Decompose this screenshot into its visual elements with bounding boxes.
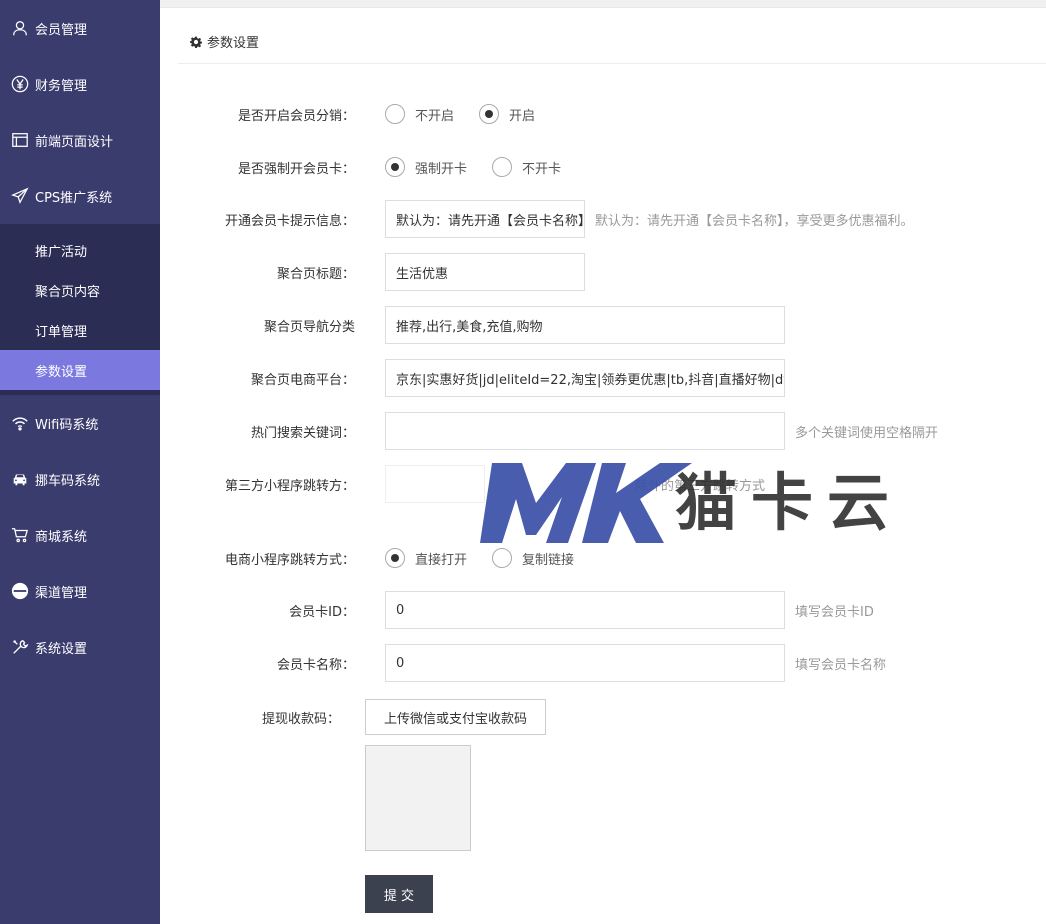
radio-circle-checked[interactable] <box>385 548 405 568</box>
form-label: 聚合页导航分类 <box>263 319 355 335</box>
cps-submenu: 推广活动 聚合页内容 订单管理 参数设置 <box>0 224 160 395</box>
sidebar-subitem-settings[interactable]: 参数设置 <box>0 350 160 390</box>
sidebar-item-label: 挪车码系统 <box>35 473 101 489</box>
panel-title: 参数设置 <box>190 32 259 51</box>
form-label: 会员卡ID： <box>289 604 355 620</box>
sidebar-item-label: 前端页面设计 <box>35 134 114 150</box>
sidebar: 会员管理 财务管理 前端页面设计 CPS推广系统 推广活动 聚合页内容 订单管理… <box>0 0 160 924</box>
watermark-text: 猫卡云 <box>675 466 904 539</box>
radio-enable-distribution[interactable]: 开启 <box>479 104 535 124</box>
upload-payment-code-button[interactable]: 上传微信或支付宝收款码 <box>365 699 547 735</box>
form-row-agg-nav: 聚合页导航分类 推荐,出行,美食,充值,购物 <box>160 305 1046 345</box>
radio-circle-checked[interactable] <box>479 104 500 124</box>
user-icon <box>10 18 30 38</box>
yen-icon <box>10 74 30 94</box>
radio-no-card[interactable]: 不开卡 <box>492 157 561 177</box>
form-row-card-name: 会员卡名称： 0 填写会员卡名称 <box>160 643 1046 683</box>
radio-circle-checked[interactable] <box>385 157 405 177</box>
form-label: 提现收款码： <box>261 711 340 727</box>
sidebar-subitem-orders[interactable]: 订单管理 <box>0 310 160 350</box>
form-row-card-tip: 开通会员卡提示信息： 默认为：请先开通【会员卡名称】，享受更多优惠福利。 默认为… <box>160 199 1046 239</box>
sidebar-subitem-promotions[interactable]: 推广活动 <box>0 230 160 270</box>
form-label: 聚合页标题： <box>276 266 355 282</box>
sidebar-item-label: 会员管理 <box>35 22 88 38</box>
radio-circle[interactable] <box>492 157 513 177</box>
card-tip-hint: 默认为：请先开通【会员卡名称】，享受更多优惠福利。 <box>595 213 914 229</box>
payment-code-preview <box>365 745 471 851</box>
form-label: 电商小程序跳转方式： <box>224 552 355 568</box>
form-row-third-party: 第三方小程序跳转方： 除外的第三方跳转方式 <box>160 464 1046 504</box>
card-tip-input[interactable]: 默认为：请先开通【会员卡名称】，享受更多优惠福利。 <box>385 200 585 238</box>
sidebar-item-label: 商城系统 <box>35 529 88 545</box>
sidebar-item-label: Wifi码系统 <box>35 417 99 433</box>
form-row-agg-platform: 聚合页电商平台： 京东|实惠好货|jd|eliteId=22,淘宝|领券更优惠|… <box>160 358 1046 398</box>
radio-disable-distribution[interactable]: 不开启 <box>385 104 454 124</box>
radio-circle[interactable] <box>492 548 513 568</box>
gear-icon <box>190 36 202 48</box>
form-label: 是否开启会员分销： <box>237 108 355 124</box>
sidebar-item-channel[interactable]: 渠道管理 <box>0 563 160 619</box>
form-row-card-id: 会员卡ID： 0 填写会员卡ID <box>160 590 1046 630</box>
agg-platform-input[interactable]: 京东|实惠好货|jd|eliteId=22,淘宝|领券更优惠|tb,抖音|直播好… <box>385 359 785 397</box>
sidebar-item-label: 系统设置 <box>35 641 88 657</box>
third-party-input[interactable] <box>385 465 485 503</box>
card-id-input[interactable]: 0 <box>385 591 785 629</box>
member-distribution-radio-group: 不开启 开启 <box>370 104 560 124</box>
sidebar-item-label: 财务管理 <box>35 78 88 94</box>
sidebar-item-label: CPS推广系统 <box>35 190 113 206</box>
form-label: 会员卡名称： <box>276 657 355 673</box>
submit-button[interactable]: 提 交 <box>365 875 433 913</box>
form-label: 热门搜索关键词： <box>250 425 355 441</box>
main-content: 参数设置 是否开启会员分销： 不开启 开启 是否强制开会员卡： 强制开卡 不开卡… <box>160 0 1046 924</box>
form-row-hot-keywords: 热门搜索关键词： 多个关键词使用空格隔开 <box>160 411 1046 451</box>
card-id-hint: 填写会员卡ID <box>795 604 874 620</box>
sidebar-item-car[interactable]: 挪车码系统 <box>0 451 160 507</box>
jump-mode-radio-group: 直接打开 复制链接 <box>370 548 599 568</box>
form-row-payment-code: 提现收款码： 上传微信或支付宝收款码 <box>160 698 1046 736</box>
form-row-member-distribution: 是否开启会员分销： 不开启 开启 <box>160 96 1046 132</box>
form-label: 聚合页电商平台： <box>250 372 355 388</box>
radio-force-card[interactable]: 强制开卡 <box>385 157 467 177</box>
sidebar-item-finance[interactable]: 财务管理 <box>0 56 160 112</box>
top-bar <box>160 0 1046 8</box>
radio-circle[interactable] <box>385 104 405 124</box>
panel-divider <box>178 63 1046 64</box>
sidebar-item-mall[interactable]: 商城系统 <box>0 507 160 563</box>
sidebar-item-cps[interactable]: CPS推广系统 <box>0 168 160 224</box>
form-label: 开通会员卡提示信息： <box>224 213 355 229</box>
sidebar-item-member[interactable]: 会员管理 <box>0 0 160 56</box>
hot-keywords-input[interactable] <box>385 412 785 450</box>
form-label: 第三方小程序跳转方： <box>224 478 355 494</box>
sidebar-item-wifi[interactable]: Wifi码系统 <box>0 395 160 451</box>
channel-icon <box>10 581 30 601</box>
agg-nav-input[interactable]: 推荐,出行,美食,充值,购物 <box>385 306 785 344</box>
agg-title-input[interactable]: 生活优惠 <box>385 253 585 291</box>
sidebar-item-label: 渠道管理 <box>35 585 88 601</box>
form-row-agg-title: 聚合页标题： 生活优惠 <box>160 252 1046 292</box>
card-name-hint: 填写会员卡名称 <box>795 657 887 673</box>
panel-title-text: 参数设置 <box>207 36 260 51</box>
radio-open-directly[interactable]: 直接打开 <box>385 548 467 568</box>
radio-copy-link[interactable]: 复制链接 <box>492 548 574 568</box>
form-row-force-card: 是否强制开会员卡： 强制开卡 不开卡 <box>160 149 1046 185</box>
sidebar-item-system-settings[interactable]: 系统设置 <box>0 619 160 675</box>
sidebar-subitem-aggregate-content[interactable]: 聚合页内容 <box>0 270 160 310</box>
sidebar-item-frontend-design[interactable]: 前端页面设计 <box>0 112 160 168</box>
layout-icon <box>10 130 30 150</box>
cart-icon <box>10 525 30 545</box>
tools-icon <box>10 637 30 657</box>
wifi-icon <box>10 413 30 433</box>
form-row-jump-mode: 电商小程序跳转方式： 直接打开 复制链接 <box>160 540 1046 576</box>
force-card-radio-group: 强制开卡 不开卡 <box>370 157 586 177</box>
card-name-input[interactable]: 0 <box>385 644 785 682</box>
hot-keywords-hint: 多个关键词使用空格隔开 <box>795 425 939 441</box>
car-icon <box>10 469 30 489</box>
paper-plane-icon <box>10 186 30 206</box>
form-label: 是否强制开会员卡： <box>237 161 355 177</box>
